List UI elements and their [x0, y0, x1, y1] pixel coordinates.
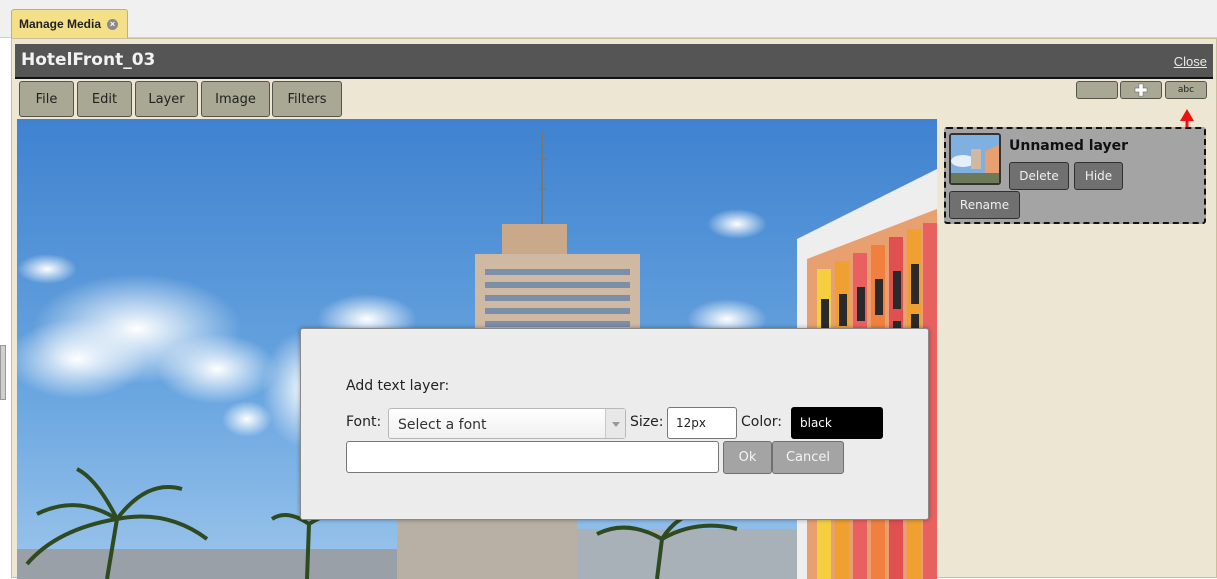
tab-manage-media[interactable]: Manage Media × [11, 9, 128, 38]
dialog-heading: Add text layer: [346, 378, 450, 394]
tab-close-icon[interactable]: × [107, 18, 119, 30]
text-tool-button[interactable]: abc [1165, 81, 1207, 99]
size-label: Size: [630, 414, 664, 430]
filters-menu-button[interactable]: Filters [272, 81, 342, 117]
side-collapse-handle[interactable] [0, 345, 6, 400]
cancel-button[interactable]: Cancel [772, 441, 844, 474]
layer-name: Unnamed layer [1009, 138, 1129, 154]
title-divider [15, 77, 1213, 79]
layer-item[interactable]: Unnamed layer Delete Hide Rename [944, 127, 1206, 224]
title-bar: HotelFront_03 Close [15, 44, 1213, 77]
layer-thumbnail [949, 133, 1001, 185]
tab-bar: Manage Media × [0, 0, 1217, 38]
close-link[interactable]: Close [1174, 54, 1207, 69]
plus-icon [1134, 83, 1148, 97]
add-layer-button[interactable] [1120, 81, 1162, 99]
color-tool-button[interactable] [1076, 81, 1118, 99]
color-input[interactable] [791, 407, 883, 439]
file-menu-button[interactable]: File [19, 81, 74, 117]
image-title: HotelFront_03 [21, 50, 156, 70]
edit-menu-button[interactable]: Edit [77, 81, 132, 117]
text-content-input[interactable] [346, 441, 719, 473]
layer-menu-button[interactable]: Layer [135, 81, 198, 117]
font-select[interactable]: Select a font [388, 408, 626, 439]
delete-layer-button[interactable]: Delete [1009, 162, 1069, 190]
dropdown-arrow-icon [605, 409, 625, 438]
ok-button[interactable]: Ok [723, 441, 772, 474]
add-text-layer-dialog: Add text layer: Font: Select a font Size… [300, 328, 929, 520]
rename-layer-button[interactable]: Rename [949, 191, 1020, 219]
font-label: Font: [346, 414, 382, 430]
color-label: Color: [741, 414, 783, 430]
image-menu-button[interactable]: Image [201, 81, 270, 117]
font-select-value: Select a font [398, 417, 487, 433]
hide-layer-button[interactable]: Hide [1074, 162, 1123, 190]
size-input[interactable] [667, 407, 737, 439]
tab-label: Manage Media [19, 17, 102, 31]
